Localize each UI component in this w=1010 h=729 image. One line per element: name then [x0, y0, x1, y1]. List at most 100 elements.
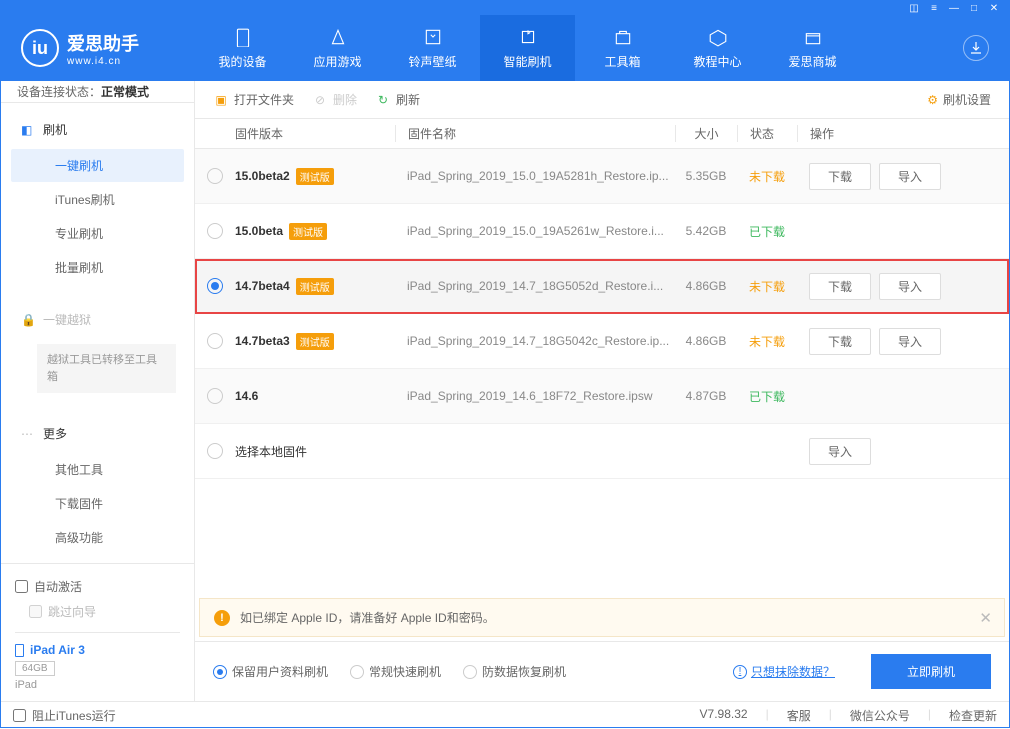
jailbreak-note: 越狱工具已转移至工具箱 [37, 344, 176, 393]
firmware-status: 已下载 [737, 388, 797, 405]
firmware-version: 15.0beta2 [235, 169, 290, 183]
connection-status: 设备连接状态：正常模式 [1, 81, 194, 103]
flash-option-2[interactable]: 防数据恢复刷机 [463, 663, 566, 680]
firmware-row[interactable]: 14.7beta3测试版iPad_Spring_2019_14.7_18G504… [195, 314, 1009, 369]
nav-icon [517, 26, 539, 48]
sidebar-item-批量刷机[interactable]: 批量刷机 [11, 251, 184, 284]
nav-icon [232, 26, 254, 48]
nav-应用游戏[interactable]: 应用游戏 [290, 15, 385, 81]
main-nav: 我的设备应用游戏铃声壁纸智能刷机工具箱教程中心爱思商城 [195, 15, 860, 81]
download-button[interactable]: 下载 [809, 328, 871, 355]
sidebar-item-下载固件[interactable]: 下载固件 [11, 487, 184, 520]
delete-button: ⊘ 删除 [312, 91, 357, 108]
window-controls: ◫ ≡ — □ ✕ [1, 1, 1009, 15]
nav-铃声壁纸[interactable]: 铃声壁纸 [385, 15, 480, 81]
firmware-status: 未下载 [737, 333, 797, 350]
import-button[interactable]: 导入 [879, 328, 941, 355]
close-warning-icon[interactable]: ✕ [979, 609, 992, 627]
radio-icon [463, 665, 477, 679]
beta-tag: 测试版 [296, 168, 334, 185]
firmware-filename: iPad_Spring_2019_14.7_18G5042c_Restore.i… [395, 334, 675, 348]
gear-icon: ⚙ [927, 93, 938, 107]
firmware-version: 14.6 [235, 389, 258, 403]
select-radio[interactable] [207, 388, 223, 404]
win-menu-icon[interactable]: ≡ [929, 3, 939, 13]
win-shirt-icon[interactable]: ◫ [909, 3, 919, 13]
sidebar-flash-head[interactable]: ◧ 刷机 [1, 111, 194, 148]
nav-icon [327, 26, 349, 48]
nav-工具箱[interactable]: 工具箱 [575, 15, 670, 81]
block-itunes-checkbox[interactable]: 阻止iTunes运行 [13, 703, 116, 728]
nav-爱思商城[interactable]: 爱思商城 [765, 15, 860, 81]
firmware-row[interactable]: 15.0beta测试版iPad_Spring_2019_15.0_19A5261… [195, 204, 1009, 259]
skip-guide-checkbox[interactable]: 跳过向导 [29, 599, 96, 624]
download-manager-icon[interactable] [963, 35, 989, 61]
flash-icon: ◧ [21, 123, 35, 137]
sidebar-item-其他工具[interactable]: 其他工具 [11, 453, 184, 486]
wechat-link[interactable]: 微信公众号 [850, 707, 910, 724]
sidebar-jailbreak-head: 🔒 一键越狱 [1, 301, 194, 338]
device-storage: 64GB [15, 661, 55, 676]
firmware-row[interactable]: 14.6iPad_Spring_2019_14.6_18F72_Restore.… [195, 369, 1009, 424]
sidebar-item-专业刷机[interactable]: 专业刷机 [11, 217, 184, 250]
win-minimize-icon[interactable]: — [949, 3, 959, 13]
nav-icon [422, 26, 444, 48]
download-button[interactable]: 下载 [809, 273, 871, 300]
more-icon: ⋯ [21, 427, 35, 441]
version-label: V7.98.32 [700, 707, 748, 724]
local-firmware-row[interactable]: 选择本地固件导入 [195, 424, 1009, 479]
sidebar-item-一键刷机[interactable]: 一键刷机 [11, 149, 184, 182]
firmware-row[interactable]: 14.7beta4测试版iPad_Spring_2019_14.7_18G505… [195, 259, 1009, 314]
auto-activate-checkbox[interactable]: 自动激活 [15, 574, 180, 599]
flash-option-1[interactable]: 常规快速刷机 [350, 663, 441, 680]
main-content: ▣ 打开文件夹 ⊘ 删除 ↻ 刷新 ⚙ 刷机设置 固件版本 固件名称 大小 状态… [195, 81, 1009, 701]
sidebar-item-高级功能[interactable]: 高级功能 [11, 521, 184, 554]
import-button[interactable]: 导入 [879, 273, 941, 300]
firmware-version: 15.0beta [235, 224, 283, 238]
firmware-filename: iPad_Spring_2019_15.0_19A5261w_Restore.i… [395, 224, 675, 238]
import-button[interactable]: 导入 [879, 163, 941, 190]
select-radio[interactable] [207, 278, 223, 294]
firmware-status: 已下载 [737, 223, 797, 240]
device-name: iPad Air 3 [15, 643, 180, 657]
win-close-icon[interactable]: ✕ [989, 3, 999, 13]
win-maximize-icon[interactable]: □ [969, 3, 979, 13]
refresh-button[interactable]: ↻ 刷新 [375, 91, 420, 108]
sidebar-more-head[interactable]: ⋯ 更多 [1, 415, 194, 452]
warning-icon: ! [214, 610, 230, 626]
firmware-list: 15.0beta2测试版iPad_Spring_2019_15.0_19A528… [195, 149, 1009, 479]
select-radio[interactable] [207, 443, 223, 459]
sidebar-item-iTunes刷机[interactable]: iTunes刷机 [11, 183, 184, 216]
firmware-row[interactable]: 15.0beta2测试版iPad_Spring_2019_15.0_19A528… [195, 149, 1009, 204]
refresh-icon: ↻ [375, 92, 391, 108]
import-button[interactable]: 导入 [809, 438, 871, 465]
flash-option-0[interactable]: 保留用户资料刷机 [213, 663, 328, 680]
nav-教程中心[interactable]: 教程中心 [670, 15, 765, 81]
flash-now-button[interactable]: 立即刷机 [871, 654, 991, 689]
nav-我的设备[interactable]: 我的设备 [195, 15, 290, 81]
device-type: iPad [15, 679, 180, 691]
customer-service-link[interactable]: 客服 [787, 707, 811, 724]
toolbar: ▣ 打开文件夹 ⊘ 删除 ↻ 刷新 ⚙ 刷机设置 [195, 81, 1009, 119]
open-folder-button[interactable]: ▣ 打开文件夹 [213, 91, 294, 108]
firmware-size: 4.87GB [675, 389, 737, 403]
erase-only-link[interactable]: ! 只想抹除数据？ [733, 663, 835, 680]
header: iu 爱思助手 www.i4.cn 我的设备应用游戏铃声壁纸智能刷机工具箱教程中… [1, 15, 1009, 81]
select-radio[interactable] [207, 168, 223, 184]
ipad-icon [15, 644, 24, 657]
download-button[interactable]: 下载 [809, 163, 871, 190]
beta-tag: 测试版 [296, 278, 334, 295]
info-icon: ! [733, 665, 747, 679]
firmware-filename: iPad_Spring_2019_14.7_18G5052d_Restore.i… [395, 279, 675, 293]
flash-settings-button[interactable]: ⚙ 刷机设置 [927, 91, 991, 108]
warning-bar: ! 如已绑定 Apple ID，请准备好 Apple ID和密码。 ✕ [199, 598, 1005, 637]
radio-icon [350, 665, 364, 679]
nav-智能刷机[interactable]: 智能刷机 [480, 15, 575, 81]
lock-icon: 🔒 [21, 313, 35, 327]
firmware-status: 未下载 [737, 278, 797, 295]
check-update-link[interactable]: 检查更新 [949, 707, 997, 724]
select-radio[interactable] [207, 223, 223, 239]
select-radio[interactable] [207, 333, 223, 349]
firmware-version: 14.7beta3 [235, 334, 290, 348]
sidebar: 设备连接状态：正常模式 ◧ 刷机 一键刷机iTunes刷机专业刷机批量刷机 🔒 … [1, 81, 195, 701]
